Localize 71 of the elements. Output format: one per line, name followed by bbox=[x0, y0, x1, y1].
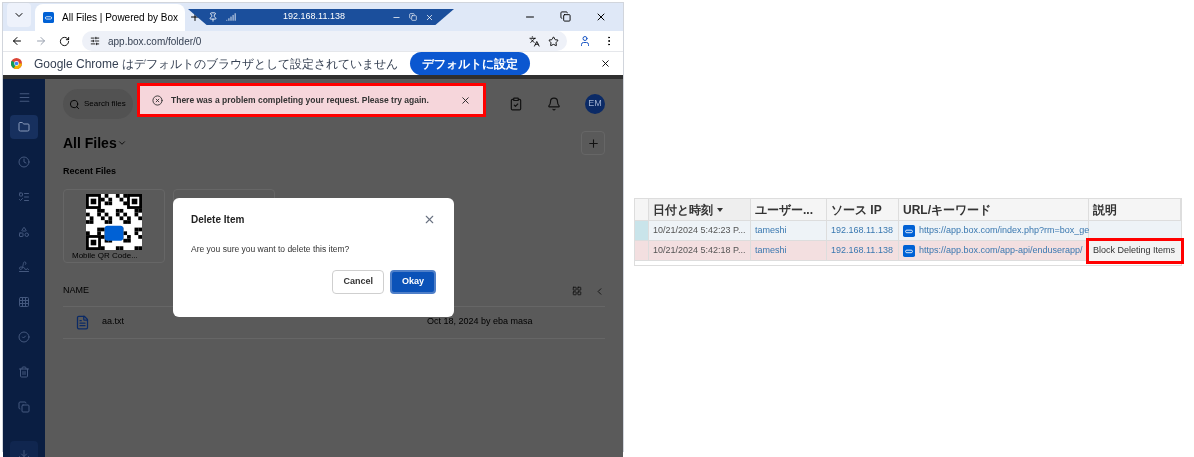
address-bar[interactable]: app.box.com/folder/0 bbox=[82, 31, 567, 51]
box-logo-icon bbox=[43, 12, 54, 23]
site-settings-icon[interactable] bbox=[90, 36, 100, 46]
bookmark-icon[interactable] bbox=[548, 35, 559, 47]
sidebar-item[interactable] bbox=[10, 115, 38, 139]
dialog-message: Are you sure you want to delete this item? bbox=[191, 243, 351, 256]
date-cell: 10/21/2024 5:42:23 P... bbox=[649, 221, 751, 240]
back-icon[interactable] bbox=[11, 35, 23, 47]
cancel-button[interactable]: Cancel bbox=[332, 269, 384, 294]
reload-icon[interactable] bbox=[59, 35, 70, 47]
error-message: There was a problem completing your request. Please try again. bbox=[171, 93, 430, 107]
description-cell: Block Deleting Items bbox=[1089, 241, 1181, 261]
date-cell: 10/21/2024 5:42:18 P... bbox=[649, 241, 751, 260]
browser-tab[interactable]: All Files | Powered by Box bbox=[35, 4, 185, 31]
ip-link[interactable]: 192.168.11.138 bbox=[827, 241, 899, 260]
plus-icon bbox=[586, 136, 600, 150]
file-name: aa.txt bbox=[102, 315, 125, 329]
file-name: Mobile QR Code... bbox=[71, 249, 139, 262]
signal-icon bbox=[226, 12, 236, 22]
bell-icon[interactable] bbox=[547, 97, 561, 111]
folder-icon bbox=[18, 121, 30, 133]
user-avatar[interactable]: EM bbox=[585, 94, 605, 114]
grid-icon bbox=[18, 296, 30, 308]
url-text: app.box.com/folder/0 bbox=[108, 34, 203, 49]
url-link[interactable]: https://app.box.com/app-api/enduserapp/ bbox=[919, 243, 1083, 258]
document-icon bbox=[75, 314, 90, 330]
copy-icon bbox=[18, 401, 30, 413]
close-icon[interactable] bbox=[460, 94, 471, 106]
dialog-title: Delete Item bbox=[191, 213, 246, 227]
modified-text: Oct 18, 2024 by eba masa bbox=[427, 315, 534, 329]
box-logo-icon bbox=[903, 244, 915, 257]
tasks-icon[interactable] bbox=[509, 97, 523, 111]
restore-icon[interactable] bbox=[560, 11, 571, 22]
log-row[interactable]: 10/21/2024 5:42:18 P... tameshi 192.168.11.138 https://app.box.com/app-api/enduserapp/ Block Deleting Items bbox=[635, 241, 1181, 261]
user-link[interactable]: tameshi bbox=[751, 241, 827, 260]
recent-files-label: Recent Files bbox=[63, 165, 118, 178]
user-link[interactable]: tameshi bbox=[751, 221, 827, 240]
url-link[interactable]: https://app.box.com/index.php?rm=box_ge bbox=[919, 223, 1090, 238]
column-header[interactable]: 説明 bbox=[1089, 199, 1181, 220]
translate-icon[interactable] bbox=[529, 35, 540, 47]
log-row[interactable]: 10/21/2024 5:42:23 P... tameshi 192.168.11.138 https://app.box.com/index.php?rm=box_ge bbox=[635, 221, 1181, 241]
box-logo-icon bbox=[903, 224, 915, 237]
column-header[interactable]: ソース IP bbox=[827, 199, 899, 220]
chrome-logo-icon bbox=[11, 58, 22, 69]
tab-list-button[interactable] bbox=[7, 3, 31, 27]
column-header[interactable]: 日付と時刻 bbox=[649, 199, 751, 220]
search-placeholder: Search files bbox=[84, 98, 126, 110]
shapes-icon bbox=[18, 226, 30, 238]
remote-host-title: 192.168.11.138 bbox=[282, 10, 346, 24]
grid-view-icon[interactable] bbox=[572, 286, 582, 296]
column-header[interactable]: ユーザー... bbox=[751, 199, 827, 220]
set-default-button[interactable]: デフォルトに設定 bbox=[410, 52, 531, 75]
checklist-icon bbox=[18, 191, 30, 203]
column-header[interactable]: URL/キーワード bbox=[899, 199, 1089, 220]
caret-icon[interactable] bbox=[116, 138, 127, 148]
tab-title: All Files | Powered by Box bbox=[62, 11, 178, 25]
default-browser-message: Google Chrome はデフォルトのブラウザとして設定されていません bbox=[34, 55, 399, 73]
add-button[interactable] bbox=[581, 131, 605, 155]
error-icon bbox=[152, 94, 163, 106]
close-infobar-icon[interactable] bbox=[600, 58, 611, 69]
ip-link[interactable]: 192.168.11.138 bbox=[827, 221, 899, 240]
close-icon[interactable] bbox=[595, 11, 607, 23]
okay-button[interactable]: Okay bbox=[389, 269, 436, 294]
search-icon bbox=[69, 98, 80, 110]
profile-icon[interactable] bbox=[579, 35, 591, 47]
check-circle-icon bbox=[18, 331, 30, 343]
sort-caret-icon bbox=[717, 207, 723, 212]
signature-icon bbox=[18, 261, 30, 273]
pin-icon[interactable] bbox=[208, 12, 218, 22]
clock-icon bbox=[18, 156, 30, 168]
trash-icon bbox=[18, 366, 30, 378]
